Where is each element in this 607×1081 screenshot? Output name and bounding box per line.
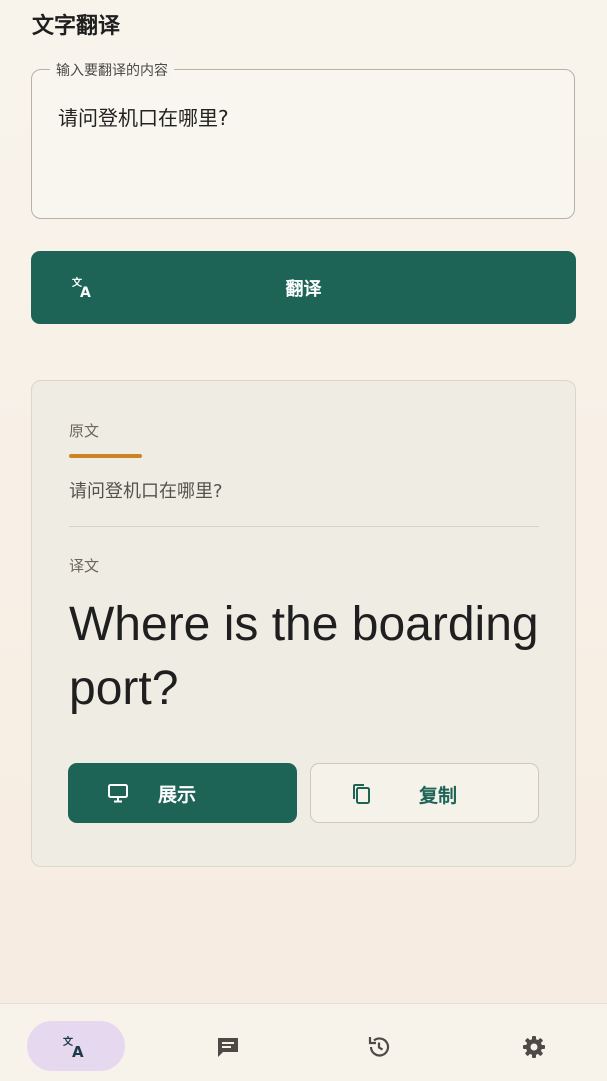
nav-item-settings[interactable] [485,1021,583,1071]
source-accent-bar [69,454,142,458]
copy-button-label: 复制 [419,785,458,807]
source-text: 请问登机口在哪里? [69,481,223,502]
nav-item-history[interactable] [330,1021,428,1071]
input-legend: 输入要翻译的内容 [50,60,174,80]
result-card: 原文 请问登机口在哪里? 译文 Where is the boarding po… [31,380,576,867]
source-label: 原文 [69,422,100,440]
gear-icon [523,1036,545,1058]
monitor-icon [108,784,128,803]
nav-item-chat[interactable] [179,1021,277,1071]
result-divider [69,526,539,527]
page-title: 文字翻译 [32,14,121,39]
source-text-input[interactable]: 请问登机口在哪里? [56,100,550,152]
input-field-container[interactable]: 输入要翻译的内容 请问登机口在哪里? [31,60,575,219]
svg-text:A: A [72,1043,84,1060]
copy-icon [353,784,370,804]
chat-icon [218,1038,238,1057]
copy-button[interactable]: 复制 [310,763,539,823]
history-icon [368,1037,390,1057]
show-button[interactable]: 展示 [68,763,297,823]
bottom-navigation: 文 A [0,1003,607,1081]
translate-button[interactable]: 文 A 翻译 [31,251,576,324]
translate-icon: 文 A [63,1035,84,1060]
translate-button-label: 翻译 [285,279,322,300]
show-button-label: 展示 [158,784,197,806]
translated-text: Where is the boarding port? [69,598,539,715]
nav-item-translate[interactable]: 文 A [27,1021,125,1071]
target-label: 译文 [69,557,100,575]
